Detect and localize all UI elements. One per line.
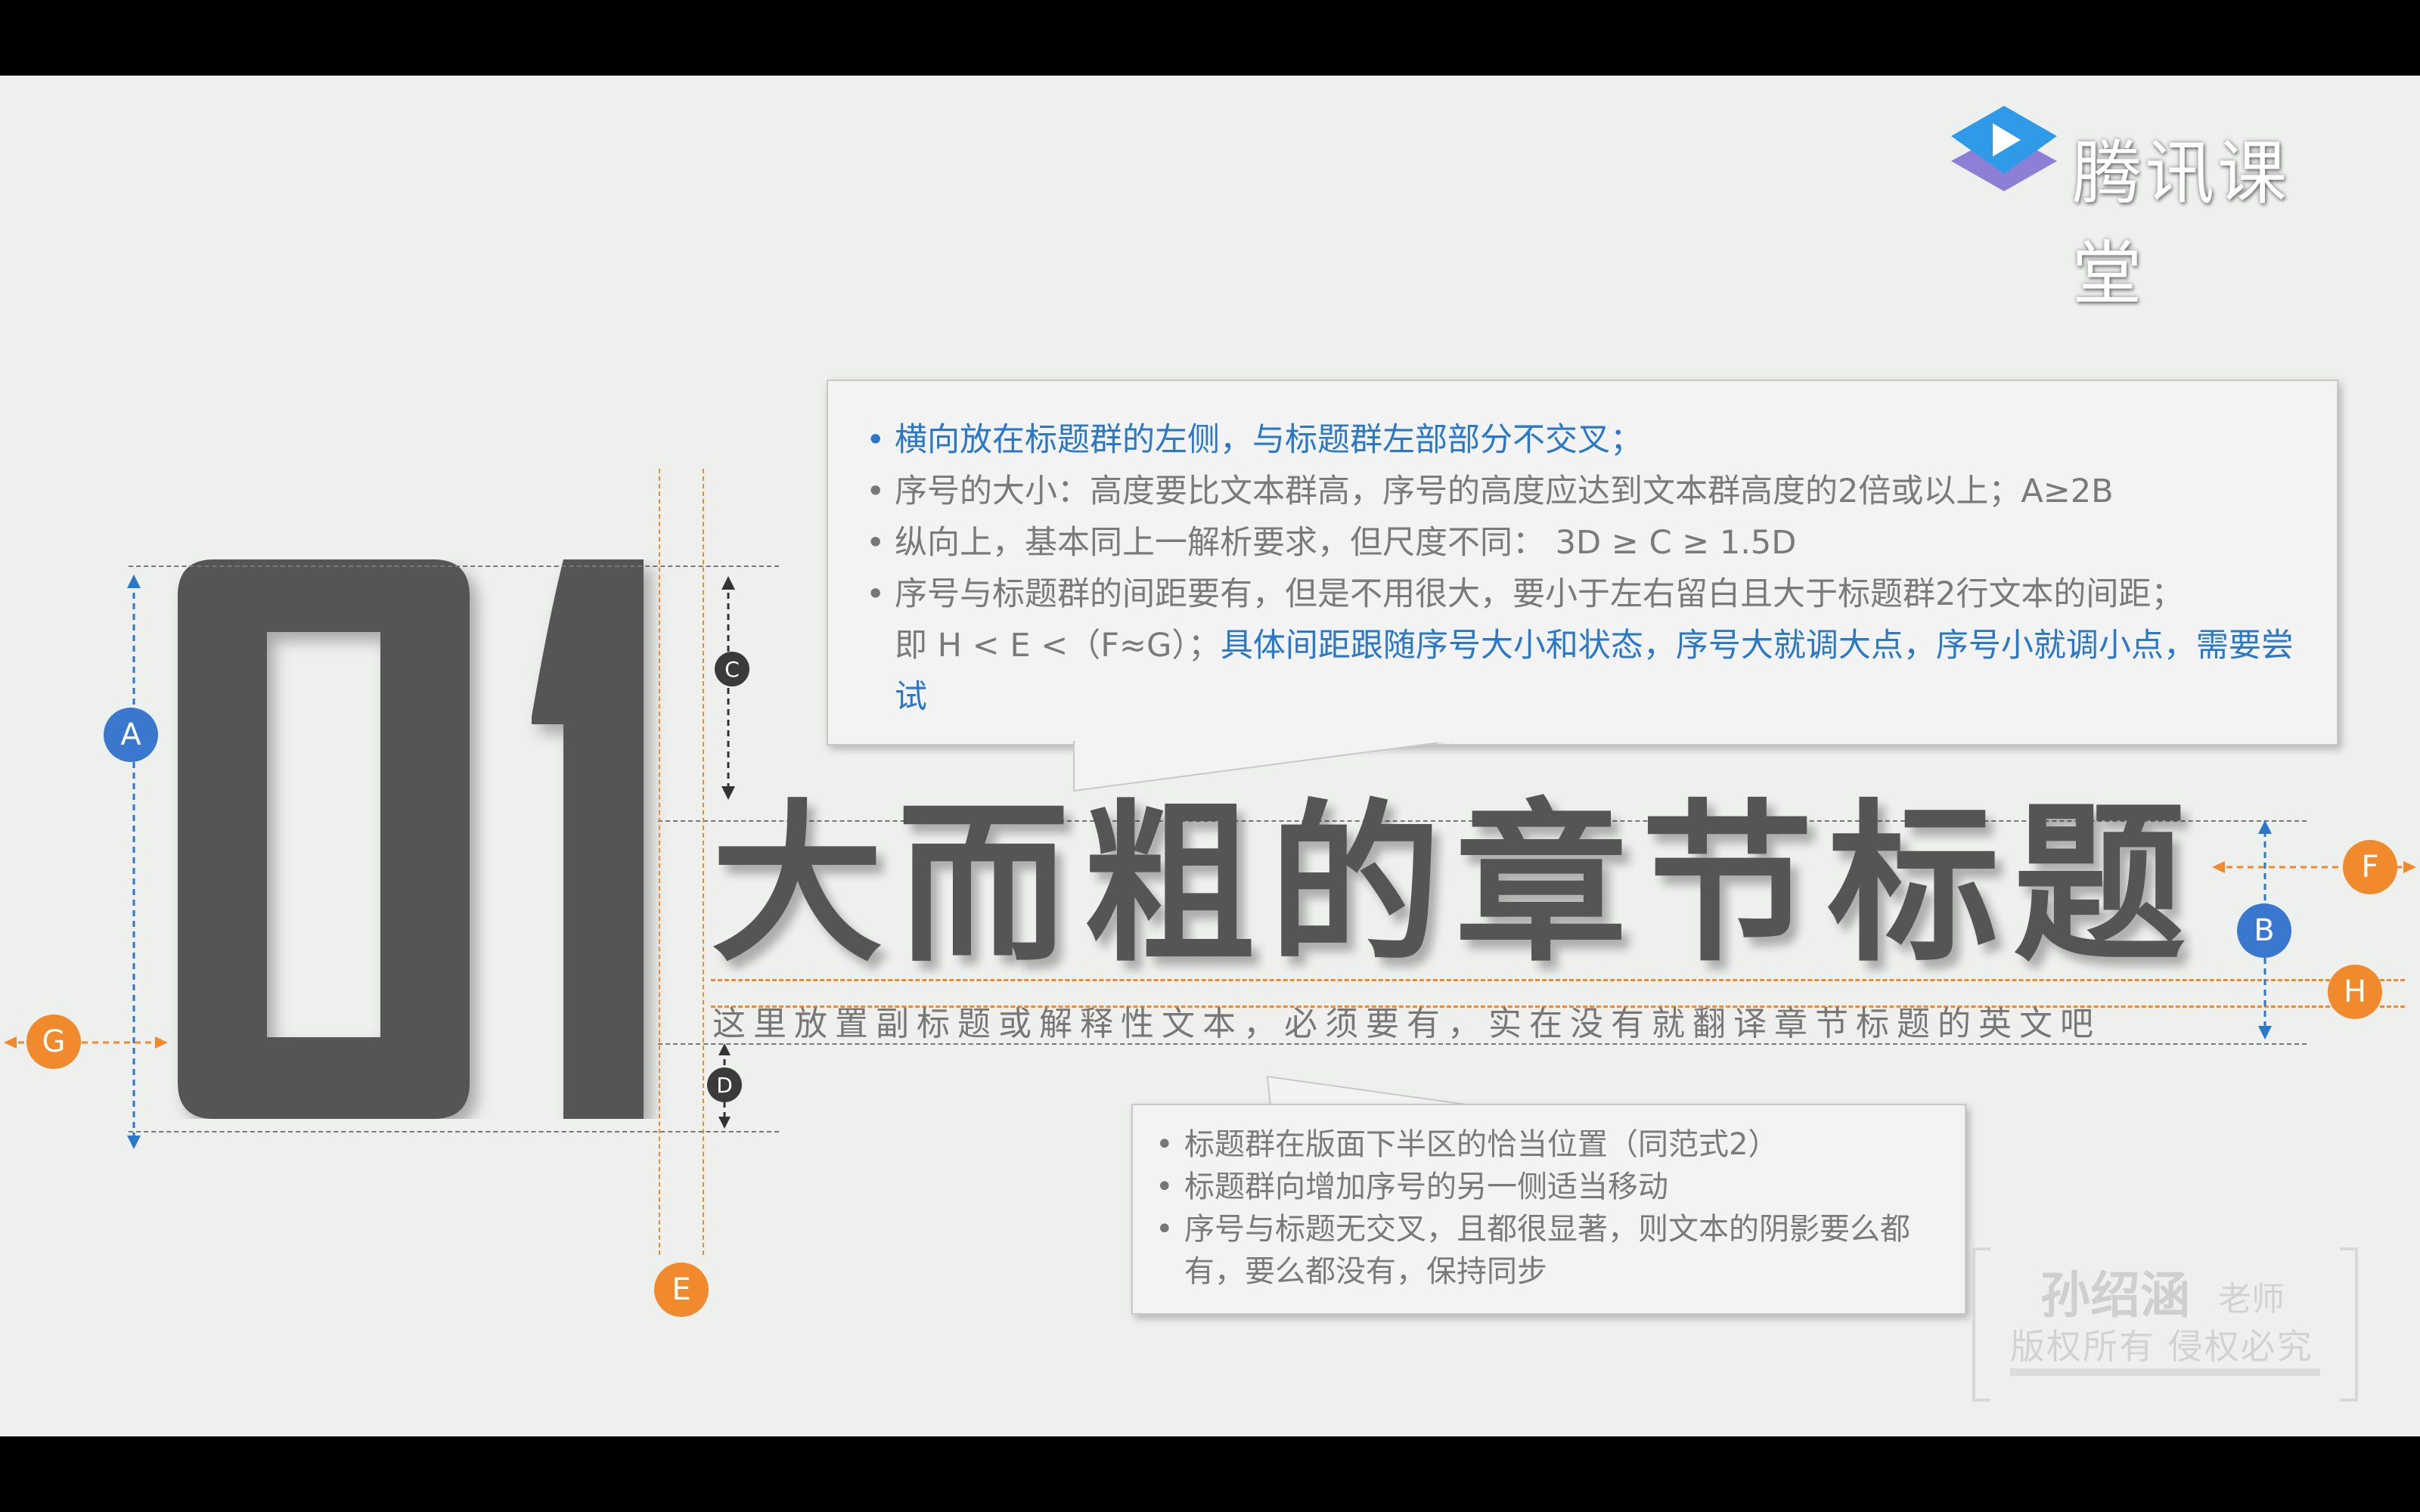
callout-top-list: 横向放在标题群的左侧，与标题群左部部分不交叉； 序号的大小：高度要比文本群高，序… xyxy=(828,381,2337,723)
marker-g: G xyxy=(26,1015,81,1069)
letterbox-top xyxy=(0,0,2420,76)
watermark-bracket-right xyxy=(2340,1247,2358,1402)
marker-b: B xyxy=(2237,903,2291,958)
watermark-name: 孙绍涵 xyxy=(2040,1266,2190,1325)
chapter-subtitle: 这里放置副标题或解释性文本，必须要有，实在没有就翻译章节标题的英文吧 xyxy=(712,1005,2101,1043)
watermark-bracket-left xyxy=(1972,1247,1990,1402)
watermark-copyright: 版权所有 侵权必究 xyxy=(2010,1326,2313,1367)
marker-a: A xyxy=(104,708,158,762)
callout-top-item-2: 序号的大小：高度要比文本群高，序号的高度应达到文本群高度的2倍或以上；A≥2B xyxy=(858,466,2307,517)
callout-bottom: 标题群在版面下半区的恰当位置（同范式2） 标题群向增加序号的另一侧适当移动 序号… xyxy=(1131,1104,1966,1315)
chapter-title: 大而粗的章节标题 xyxy=(711,782,2199,985)
letterbox-bottom xyxy=(0,1436,2420,1512)
callout-bottom-list: 标题群在版面下半区的恰当位置（同范式2） 标题群向增加序号的另一侧适当移动 序号… xyxy=(1133,1105,1965,1293)
marker-d: D xyxy=(707,1067,742,1102)
marker-h: H xyxy=(2328,965,2382,1019)
callout-top-item-4-formula: 即 H < E <（F≈G）； xyxy=(895,627,1221,665)
callout-bottom-item-3: 序号与标题无交叉，且都很显著，则文本的阴影要么都有，要么都没有，保持同步 xyxy=(1148,1208,1950,1293)
marker-e: E xyxy=(654,1263,709,1317)
watermark-fine-print xyxy=(2010,1368,2320,1376)
callout-top-item-4: 序号与标题群的间距要有，但是不用很大，要小于左右留白且大于标题群2行文本的间距；… xyxy=(858,569,2307,723)
slide: 腾讯课堂 01 xyxy=(0,76,2420,1436)
marker-c: C xyxy=(715,652,749,686)
marker-f: F xyxy=(2343,840,2397,894)
callout-top-item-3: 纵向上，基本同上一解析要求，但尺度不同： 3D ≥ C ≥ 1.5D xyxy=(858,517,2307,569)
watermark: 孙绍涵 老师 版权所有 侵权必究 xyxy=(1972,1247,2358,1402)
callout-top-item-1: 横向放在标题群的左侧，与标题群左部部分不交叉； xyxy=(858,414,2307,466)
watermark-role: 老师 xyxy=(2218,1280,2285,1318)
callout-top: 横向放在标题群的左侧，与标题群左部部分不交叉； 序号的大小：高度要比文本群高，序… xyxy=(827,380,2338,745)
callout-bottom-item-1: 标题群在版面下半区的恰当位置（同范式2） xyxy=(1148,1123,1950,1166)
screen: 腾讯课堂 01 xyxy=(0,0,2420,1512)
callout-bottom-item-2: 标题群向增加序号的另一侧适当移动 xyxy=(1148,1166,1950,1208)
callout-top-item-4-text: 序号与标题群的间距要有，但是不用很大，要小于左右留白且大于标题群2行文本的间距； xyxy=(895,575,2184,613)
